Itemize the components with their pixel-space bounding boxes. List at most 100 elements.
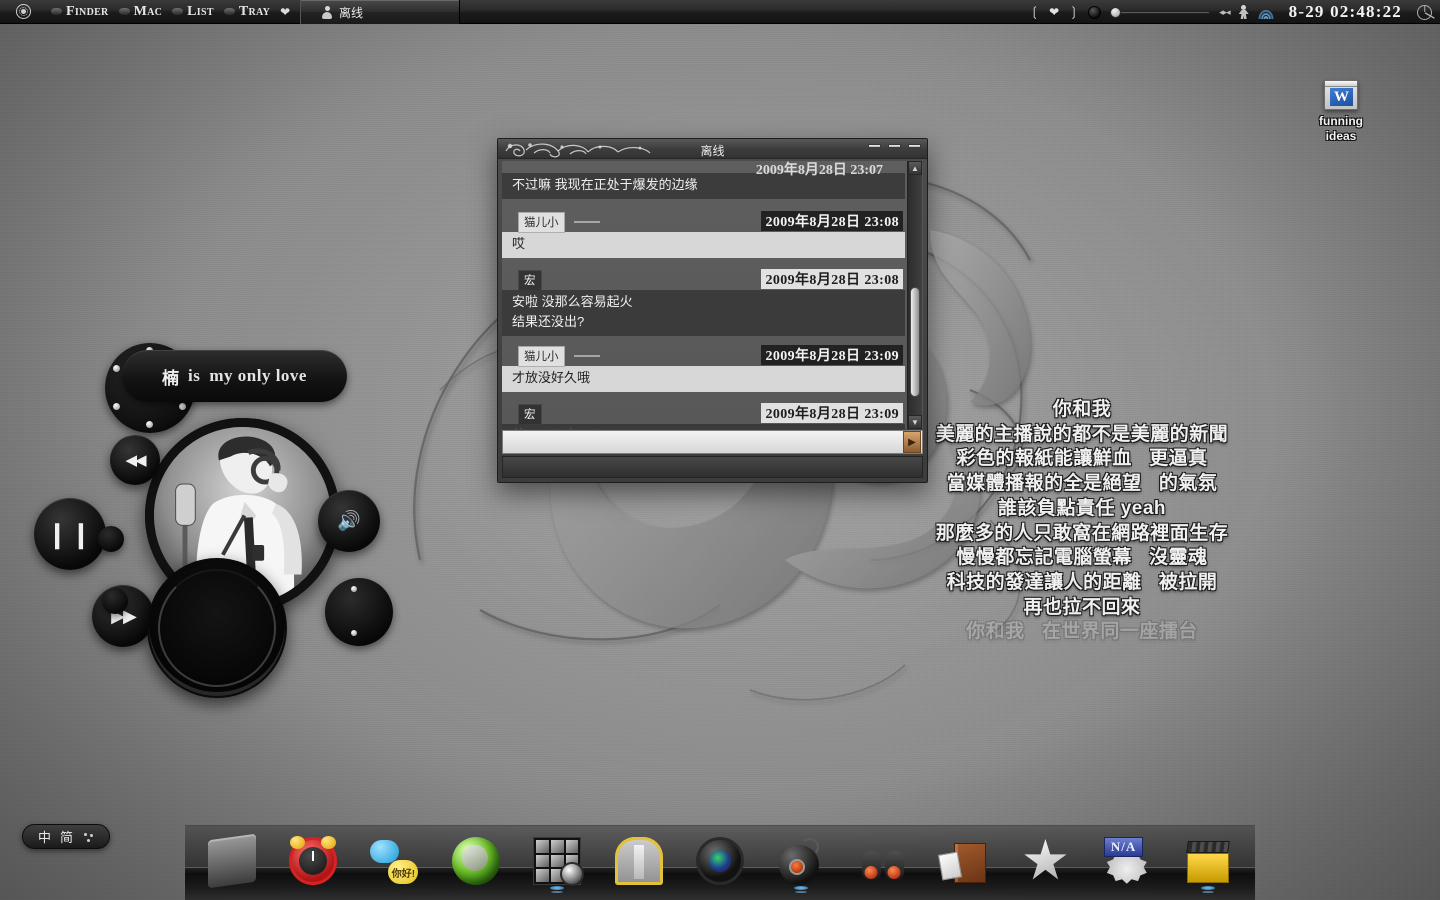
document-titlebar-strip [1325,81,1357,87]
now-playing-banner: 楠 is my only love [122,350,347,402]
running-indicator [794,886,809,890]
menubar-item-label: Finder [66,3,109,19]
slider-thumb[interactable] [1110,6,1122,18]
scroll-up-button[interactable]: ▲ [908,161,922,175]
bubble-blue-icon [370,840,400,863]
contact-person-icon [321,5,333,19]
dropdown-dot-icon [223,8,235,15]
previous-track-button[interactable]: ◀◀ [110,435,160,485]
door-slot-icon [633,845,644,879]
wing-left-icon: ❲ [1029,4,1041,19]
dock-item-chat-bubbles[interactable]: 你好! [366,831,422,885]
close-button[interactable] [908,144,921,148]
ime-dots-icon[interactable] [82,831,94,843]
chat-message: 宏 2009年8月28日 23:08 安啦 没那么容易起火 结果还没出? [502,268,905,336]
volume-slider[interactable] [1110,6,1211,18]
bomb-fuse-icon [801,838,820,856]
menubar-item-label: Mac [133,3,163,19]
ime-mode-label[interactable]: 中 [38,827,51,846]
bolt-icon [351,586,357,592]
heart-icon[interactable]: ❤ [1049,5,1059,19]
slider-track[interactable] [1118,10,1211,14]
lyric-line: 慢慢都忘記電腦螢幕 沒靈魂 [956,547,1208,569]
dock[interactable]: 你好! N/A [185,825,1255,900]
chat-titlebar[interactable]: 离线 [498,139,927,159]
chat-message-line: 芒果卫视真无聊 [512,426,897,429]
alarm-clock-icon [289,836,338,885]
menubar-status-area: ❲ ❤ ❳ ◂▸◂ 8-29 02:48:22 [1029,0,1440,24]
binocular-left-icon [861,851,881,881]
star-shape-icon [1024,839,1067,880]
ime-style-label[interactable]: 简 [60,827,73,846]
dropdown-dot-icon [118,8,130,15]
chat-window-controls[interactable] [868,144,921,148]
scroll-down-button[interactable]: ▼ [908,415,922,429]
decorative-blob [102,588,128,614]
volume-button[interactable]: 🔊 [318,490,380,552]
bolt-icon [113,403,120,410]
bomb-icon [777,837,825,885]
dock-item-binoculars[interactable] [855,831,911,885]
scrollbar-thumb[interactable] [910,287,920,397]
binoculars-icon [859,837,907,885]
crate-body-icon [1187,853,1230,883]
chat-scrollbar[interactable]: ▲ ▼ [907,161,923,429]
dock-item-tunnel-door[interactable] [611,831,667,885]
menubar-item-tray[interactable]: Tray [219,4,275,20]
chat-ghost-timestamp: 2009年8月28日 23:07 [755,163,883,178]
desktop-icon-label: funning ideas [1305,114,1377,144]
chat-input-row[interactable]: ▶ [502,430,923,454]
volume-knob-icon[interactable] [1088,5,1102,19]
dock-item-camera-lens[interactable] [692,831,748,885]
sender-divider-icon [574,221,600,223]
menubar-heart-button[interactable]: ❤ [275,5,295,19]
dock-item-photo-grid[interactable] [529,831,585,890]
dock-item-na-gear[interactable]: N/A [1099,831,1155,885]
apple-menu-button[interactable] [0,4,46,19]
active-app-tab[interactable]: 离线 [300,0,460,24]
chat-message-list[interactable]: 2009年8月28日 23:07 不过嘛 我现在正处于爆发的边缘 猫儿小 200… [502,161,905,429]
left-right-arrows-icon[interactable]: ◂▸◂ [1219,7,1231,18]
pause-button[interactable]: ❙❙ [34,498,106,570]
user-icon[interactable] [1239,5,1249,19]
menubar-item-finder[interactable]: Finder [46,4,114,20]
bell-left-icon [290,836,306,849]
sheriff-star-icon [1021,837,1069,885]
chat-message-area[interactable]: 2009年8月28日 23:07 不过嘛 我现在正处于爆发的边缘 猫儿小 200… [502,161,923,429]
chat-timestamp: 2009年8月28日 23:09 [761,403,903,423]
wifi-signal-icon[interactable] [1258,6,1274,19]
chat-window[interactable]: 离线 2009年8月28日 23:07 不过嘛 我现在正处于爆发的边缘 猫儿小 … [497,138,928,483]
menubar-item-list[interactable]: List [167,4,219,20]
yellow-crate-icon [1184,837,1232,885]
word-document-icon: W [1324,80,1358,110]
ime-indicator[interactable]: 中 简 [22,824,110,849]
sender-divider-icon [574,355,600,357]
desktop-icon-funning-ideas[interactable]: W funning ideas [1305,80,1377,144]
minimize-button[interactable] [868,144,881,148]
player-base-ring [147,558,287,698]
dock-item-alarm-clock[interactable] [285,831,341,885]
menubar-clock[interactable]: 8-29 02:48:22 [1283,2,1408,22]
dock-item-camera-stand[interactable] [204,831,260,889]
bolt-icon [146,421,153,428]
mercedes-logo-icon[interactable] [1417,4,1432,20]
dock-item-bomb[interactable] [773,831,829,890]
dock-item-green-orb[interactable] [448,831,504,885]
maximize-button[interactable] [888,144,901,148]
chat-message-line: 哎 [512,236,526,251]
dock-item-book-shelf[interactable] [936,831,992,885]
green-orb-icon [451,837,500,885]
tunnel-door-icon [614,837,663,885]
chat-window-title: 离线 [700,144,725,158]
dock-item-sheriff-star[interactable] [1017,831,1073,885]
send-button-icon[interactable]: ▶ [903,431,921,453]
running-indicator [550,886,565,890]
decorative-blob [98,526,124,552]
lyric-line: 誰該負點責任 yeah [997,497,1167,519]
crate-lid-icon [1186,841,1231,853]
dock-item-yellow-crate[interactable] [1180,831,1236,890]
active-app-label: 离线 [339,5,364,20]
dock-items[interactable]: 你好! N/A [185,827,1255,890]
chat-message-line: 结果还没出? [512,314,585,329]
menubar-item-mac[interactable]: Mac [114,4,168,20]
